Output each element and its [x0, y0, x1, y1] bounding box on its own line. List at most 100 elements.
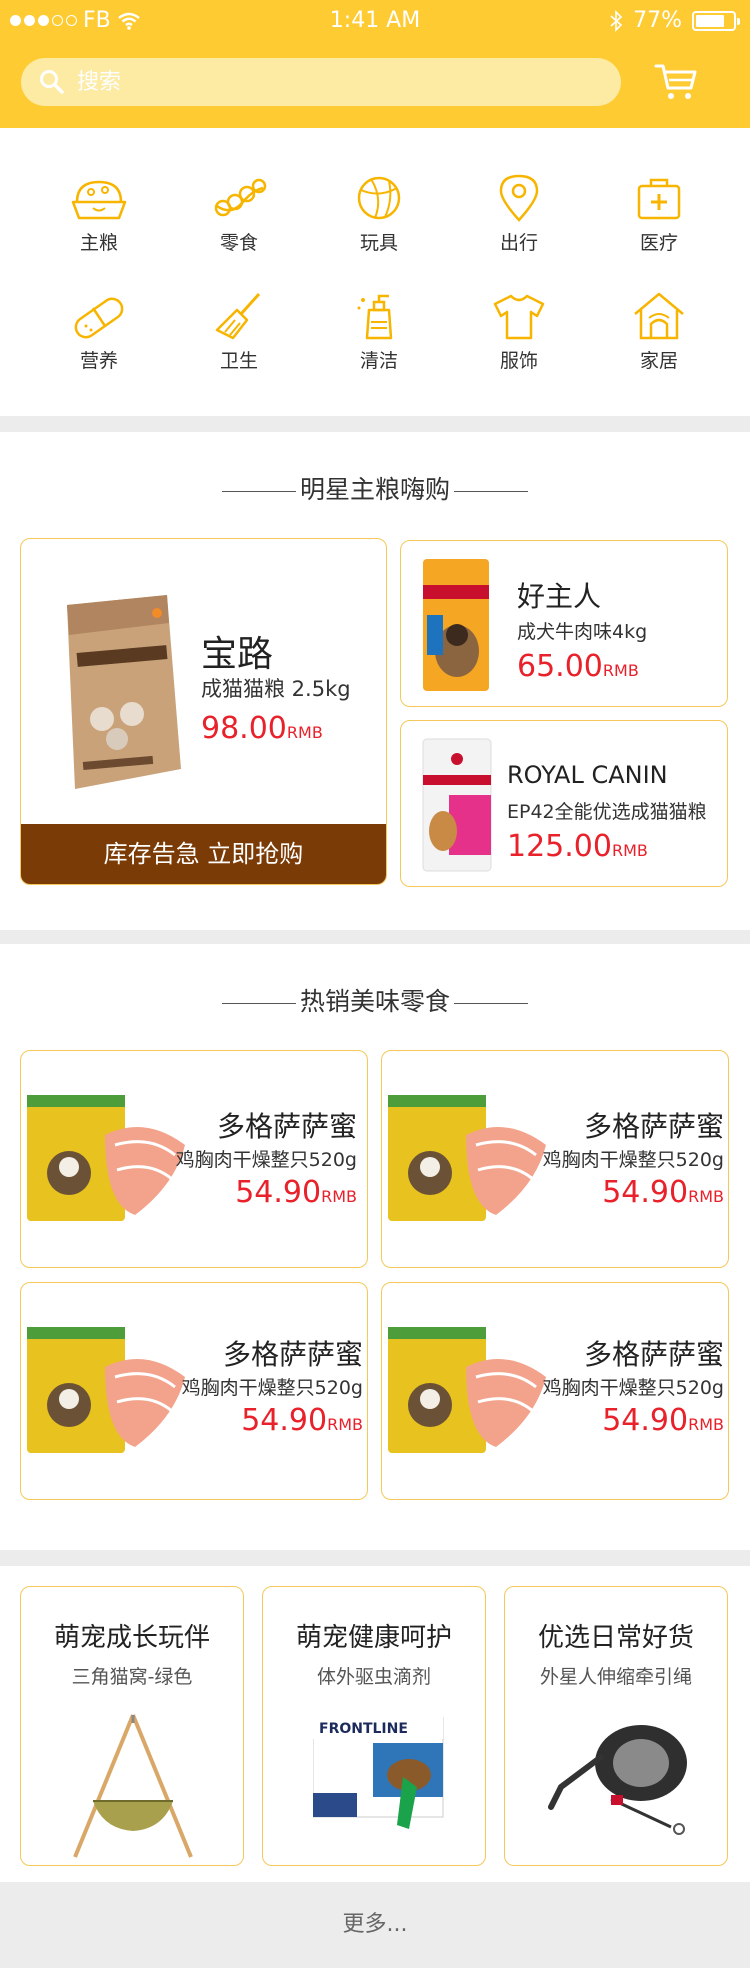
snack-card[interactable]: 多格萨萨蜜 鸡胸肉干燥整只520g 54.90RMB [381, 1050, 729, 1268]
product-image [27, 1095, 185, 1221]
category-grid: 主粮 零食 玩具 出行 医疗 营养 卫生 清洁 服饰 家居 [0, 132, 750, 416]
price-value: 54.90 [602, 1175, 689, 1210]
category-label: 医疗 [639, 232, 678, 254]
search-input[interactable] [77, 69, 557, 95]
promo-subtitle: 体外驱虫滴剂 [316, 1666, 431, 1688]
staple-section-title: 明星主粮嗨购 [0, 470, 750, 506]
category-home[interactable]: 家居 [599, 290, 719, 390]
snack-desc: 鸡胸肉干燥整只520g [542, 1377, 724, 1399]
promo-card[interactable]: 萌宠成长玩伴 三角猫窝-绿色 [20, 1586, 244, 1866]
product-image [73, 1714, 193, 1858]
category-cleaning[interactable]: 清洁 [319, 290, 439, 390]
category-snacks[interactable]: 零食 [179, 172, 299, 272]
category-label: 卫生 [219, 350, 258, 372]
featured-brand: 宝路 [201, 634, 274, 675]
section-divider [0, 1550, 750, 1566]
top-header: FB 1:41 AM 77% [0, 0, 750, 128]
product-card[interactable]: 好主人 成犬牛肉味4kg 65.00RMB [400, 540, 728, 707]
category-label: 营养 [79, 350, 118, 372]
category-label: 家居 [639, 350, 678, 372]
medical-kit-icon [637, 178, 681, 220]
snack-price: 54.90RMB [602, 1175, 724, 1210]
snack-name: 多格萨萨蜜 [216, 1110, 357, 1143]
price-value: 54.90 [235, 1175, 322, 1210]
snacks-section-title: 热销美味零食 [0, 982, 750, 1018]
soap-bottle-icon [357, 294, 393, 340]
location-icon [499, 174, 539, 222]
promo-card[interactable]: 优选日常好货 外星人伸缩牵引绳 [504, 1586, 728, 1866]
category-hygiene[interactable]: 卫生 [179, 290, 299, 390]
snack-card[interactable]: 多格萨萨蜜 鸡胸肉干燥整只520g 54.90RMB [20, 1050, 368, 1268]
category-toys[interactable]: 玩具 [319, 172, 439, 272]
snack-price: 54.90RMB [602, 1403, 724, 1438]
food-bowl-icon [71, 180, 127, 220]
promo-subtitle: 外星人伸缩牵引绳 [539, 1666, 692, 1688]
featured-product-card[interactable]: 宝路 成猫猫粮 2.5kg 98.00RMB 库存告急 立即抢购 [20, 538, 387, 885]
price-unit: RMB [611, 841, 648, 860]
cart-icon[interactable] [653, 58, 699, 104]
snack-icon [214, 178, 267, 217]
category-travel[interactable]: 出行 [459, 172, 579, 272]
product-desc: 成犬牛肉味4kg [517, 621, 648, 643]
snack-price: 54.90RMB [235, 1175, 357, 1210]
price-unit: RMB [286, 723, 323, 742]
price-value: 125.00 [507, 829, 612, 864]
snack-card[interactable]: 多格萨萨蜜 鸡胸肉干燥整只520g 54.90RMB [381, 1282, 729, 1500]
search-bar[interactable] [21, 58, 621, 106]
snack-card[interactable]: 多格萨萨蜜 鸡胸肉干燥整只520g 54.90RMB [20, 1282, 368, 1500]
snack-desc: 鸡胸肉干燥整只520g [175, 1149, 357, 1171]
price-value: 65.00 [517, 649, 603, 684]
snack-desc: 鸡胸肉干燥整只520g [181, 1377, 363, 1399]
battery-percent: 77% [633, 8, 682, 33]
load-more-button[interactable]: 更多... [0, 1882, 750, 1968]
snack-price: 54.90RMB [241, 1403, 363, 1438]
ball-icon [357, 176, 401, 220]
category-apparel[interactable]: 服饰 [459, 290, 579, 390]
price-unit: RMB [321, 1187, 357, 1206]
product-image [423, 559, 489, 691]
promo-card[interactable]: 萌宠健康呵护 体外驱虫滴剂 FRONTLINE [262, 1586, 486, 1866]
product-image [388, 1327, 546, 1453]
pet-house-icon [634, 292, 684, 340]
product-price: 125.00RMB [507, 829, 648, 864]
section-title-text: 热销美味零食 [299, 987, 450, 1016]
category-label: 玩具 [359, 232, 398, 254]
category-label: 服饰 [499, 350, 538, 372]
price-unit: RMB [688, 1415, 724, 1434]
promo-title: 优选日常好货 [537, 1623, 694, 1653]
battery-icon [692, 10, 740, 31]
product-desc: EP42全能优选成猫猫粮 [507, 801, 707, 823]
category-label: 主粮 [79, 232, 118, 254]
section-title-text: 明星主粮嗨购 [299, 475, 450, 504]
featured-price: 98.00RMB [201, 711, 323, 746]
snack-desc: 鸡胸肉干燥整只520g [542, 1149, 724, 1171]
category-staple-food[interactable]: 主粮 [39, 172, 159, 272]
category-nutrition[interactable]: 营养 [39, 290, 159, 390]
price-value: 54.90 [241, 1403, 328, 1438]
bluetooth-icon [610, 9, 623, 32]
product-image [67, 595, 181, 789]
product-image [422, 738, 492, 872]
promo-title: 萌宠成长玩伴 [53, 1623, 210, 1653]
buy-now-banner[interactable]: 库存告急 立即抢购 [21, 824, 386, 884]
product-image [548, 1725, 687, 1835]
product-price: 65.00RMB [517, 649, 639, 684]
tshirt-icon [493, 294, 545, 340]
section-divider [0, 416, 750, 432]
product-image [27, 1327, 185, 1453]
price-unit: RMB [688, 1187, 724, 1206]
product-image: FRONTLINE [313, 1717, 444, 1829]
price-value: 54.90 [602, 1403, 689, 1438]
svg-text:FRONTLINE: FRONTLINE [319, 1721, 408, 1737]
section-divider [0, 930, 750, 944]
product-card[interactable]: ROYAL CANIN EP42全能优选成猫猫粮 125.00RMB [400, 720, 728, 887]
price-unit: RMB [327, 1415, 363, 1434]
price-unit: RMB [602, 661, 639, 680]
category-label: 清洁 [359, 350, 398, 372]
promo-subtitle: 三角猫窝-绿色 [71, 1666, 193, 1688]
search-icon [40, 70, 64, 94]
product-brand: ROYAL CANIN [507, 761, 668, 789]
price-value: 98.00 [201, 711, 287, 746]
category-medical[interactable]: 医疗 [599, 172, 719, 272]
snack-name: 多格萨萨蜜 [583, 1110, 724, 1143]
